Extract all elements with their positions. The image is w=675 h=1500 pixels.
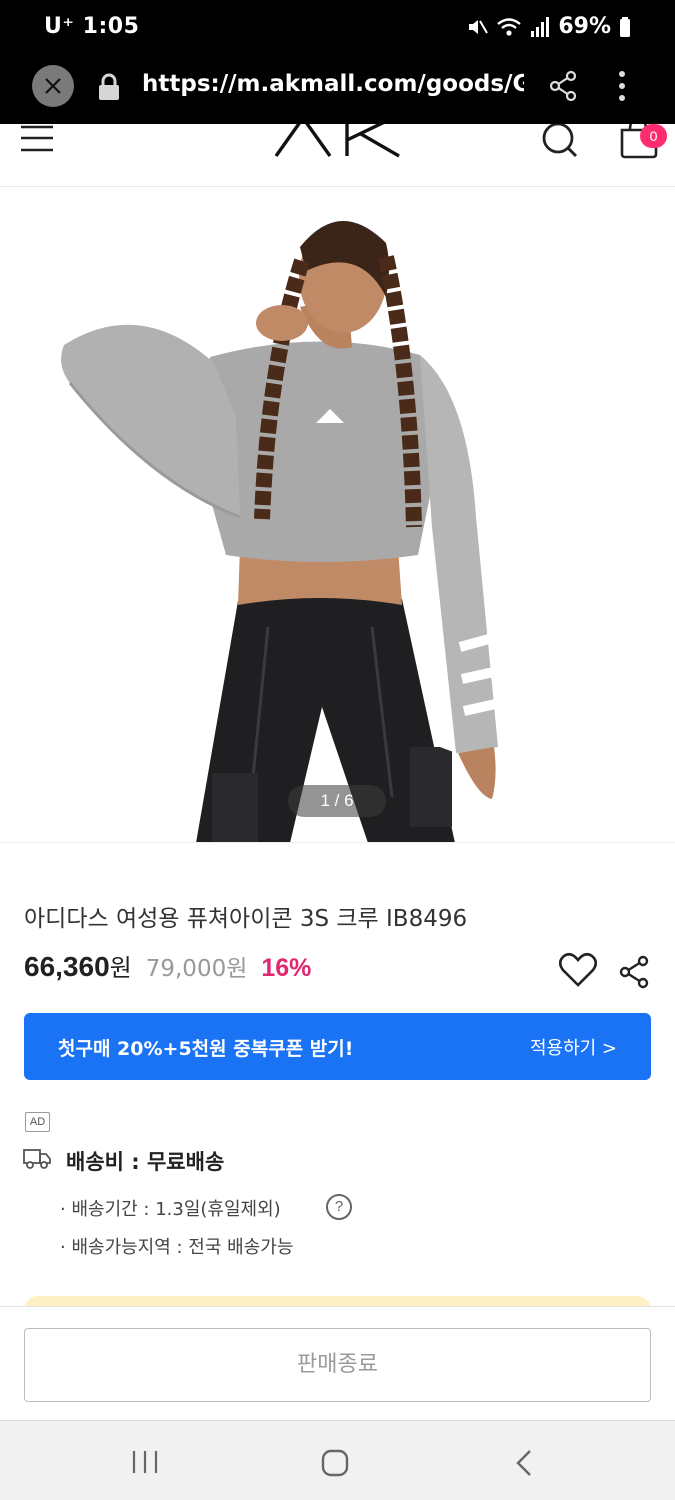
sale-price-value: 66,360 bbox=[24, 951, 110, 982]
heart-icon[interactable] bbox=[559, 952, 597, 988]
system-nav-bar bbox=[0, 1420, 675, 1500]
original-price: 79,000원 bbox=[145, 956, 248, 982]
sale-price: 66,360원 bbox=[24, 948, 132, 983]
product-photo bbox=[61, 220, 502, 842]
status-bar: U⁺ 1:05 69% bbox=[0, 0, 675, 56]
delivery-fee: 배송비 : 무료배송 bbox=[66, 1150, 225, 1174]
soldout-button[interactable]: 판매종료 bbox=[24, 1328, 651, 1402]
clock: 1:05 bbox=[82, 14, 140, 39]
status-left: U⁺ 1:05 bbox=[44, 14, 139, 39]
carrier-label: U⁺ bbox=[44, 14, 75, 39]
truck-icon bbox=[23, 1149, 51, 1169]
signal-icon bbox=[531, 16, 550, 37]
sale-price-currency: 원 bbox=[109, 954, 132, 982]
more-vertical-icon[interactable] bbox=[612, 68, 632, 104]
coupon-banner[interactable]: 첫구매 20%+5천원 중복쿠폰 받기! 적용하기 > bbox=[24, 1013, 651, 1080]
wifi-icon bbox=[497, 17, 522, 36]
coupon-apply-link[interactable]: 적용하기 > bbox=[530, 1034, 617, 1060]
lock-icon bbox=[99, 73, 119, 100]
image-counter: 1 / 6 bbox=[288, 785, 386, 817]
mute-icon bbox=[469, 19, 489, 34]
battery-icon bbox=[620, 16, 630, 37]
product-image[interactable] bbox=[0, 187, 675, 843]
coupon-text: 첫구매 20%+5천원 중복쿠폰 받기! bbox=[58, 1038, 354, 1060]
help-icon[interactable]: ? bbox=[326, 1194, 352, 1220]
share-icon[interactable] bbox=[617, 955, 651, 989]
site-header: 0 bbox=[0, 124, 675, 187]
cart-count-badge: 0 bbox=[640, 124, 667, 148]
close-tab-button[interactable] bbox=[32, 65, 74, 107]
search-icon[interactable] bbox=[540, 124, 580, 164]
recents-icon[interactable] bbox=[130, 1449, 160, 1475]
browser-url-bar: https://m.akmall.com/goods/Go bbox=[0, 56, 675, 124]
ak-logo[interactable] bbox=[273, 124, 403, 160]
url-field[interactable]: https://m.akmall.com/goods/Go bbox=[142, 71, 524, 97]
discount-rate: 16% bbox=[261, 954, 312, 982]
delivery-region: · 배송가능지역 : 전국 배송가능 bbox=[60, 1237, 294, 1258]
battery-percent: 69% bbox=[558, 14, 611, 39]
status-right: 69% bbox=[466, 14, 631, 39]
bottom-action-bar: 판매종료 bbox=[0, 1306, 675, 1420]
share-icon[interactable] bbox=[547, 69, 579, 103]
price-row: 66,360원 79,000원 16% bbox=[24, 948, 311, 983]
ad-badge: AD bbox=[25, 1112, 50, 1132]
product-title: 아디다스 여성용 퓨쳐아이콘 3S 크루 IB8496 bbox=[24, 906, 468, 932]
hamburger-icon[interactable] bbox=[20, 124, 54, 154]
back-icon[interactable] bbox=[512, 1448, 538, 1478]
home-icon[interactable] bbox=[320, 1449, 350, 1477]
delivery-period: · 배송기간 : 1.3일(휴일제외) bbox=[60, 1199, 281, 1220]
close-icon bbox=[45, 78, 61, 94]
